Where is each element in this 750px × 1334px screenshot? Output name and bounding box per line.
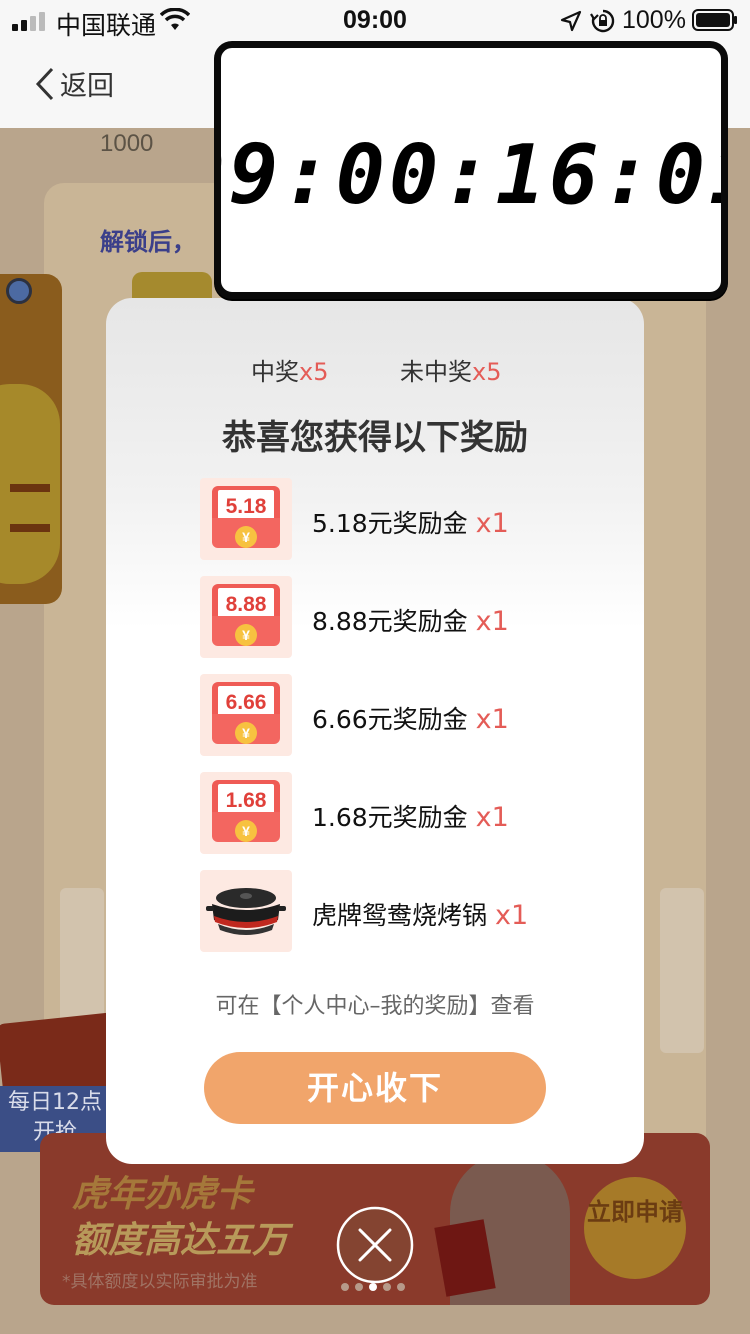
banner-note: *具体额度以实际审批为准 [62,1272,258,1292]
background-unlock-text: 解锁后， [100,228,196,256]
reward-name: 8.88元奖励金 [312,607,468,636]
rotation-lock-icon [590,9,615,33]
red-envelope-image: 6.66 ¥ [200,674,292,756]
background-number: 1000 [100,130,154,157]
reward-label: 虎牌鸳鸯烧烤锅 x1 [312,896,528,932]
reward-name: 虎牌鸳鸯烧烤锅 [312,901,488,930]
reward-name: 5.18元奖励金 [312,509,468,538]
pot-icon [206,888,286,935]
reward-label: 5.18元奖励金 x1 [312,504,509,540]
reward-item: 6.66 ¥ 6.66元奖励金 x1 [200,674,620,756]
reward-qty: x1 [475,606,509,637]
yuan-coin-icon: ¥ [235,526,257,548]
lose-label: 未中奖 [400,358,472,386]
red-envelope-image: 5.18 ¥ [200,478,292,560]
tiger-stripe [10,484,50,492]
reward-name: 6.66元奖励金 [312,705,468,734]
banner-line1: 虎年办虎卡 [72,1174,253,1215]
yuan-coin-icon: ¥ [235,722,257,744]
accept-button[interactable]: 开心收下 [204,1052,546,1124]
grill-pot-image [200,870,292,952]
status-bar: 中国联通 09:00 100% [0,0,750,40]
back-button[interactable]: 返回 [34,64,114,103]
banner-line2: 额度高达五万 [72,1220,289,1261]
win-label: 中奖 [251,358,299,386]
reward-qty: x1 [494,900,529,931]
close-icon[interactable] [336,1206,414,1284]
reward-item: 1.68 ¥ 1.68元奖励金 x1 [200,772,620,854]
modal-title: 恭喜您获得以下奖励 [222,418,528,458]
timer-digits: 09:00:16:01 [221,128,721,223]
location-icon [560,10,582,32]
reward-label: 8.88元奖励金 x1 [312,602,509,638]
reward-item: 虎牌鸳鸯烧烤锅 x1 [200,870,620,952]
timer-overlay: 09:00:16:01 [214,41,728,299]
daily-line1: 每日12点 [8,1090,102,1115]
back-label: 返回 [60,71,114,102]
background-card-item [660,888,704,1053]
reward-item: 8.88 ¥ 8.88元奖励金 x1 [200,576,620,658]
reward-qty: x1 [475,802,509,833]
win-count: 中奖x5 [251,352,328,387]
banner-apply-button: 立即申请 [584,1177,686,1279]
reward-label: 6.66元奖励金 x1 [312,700,509,736]
tiger-eye [6,278,32,304]
reward-qty: x1 [475,704,509,735]
red-envelope-image: 8.88 ¥ [200,576,292,658]
yuan-coin-icon: ¥ [235,624,257,646]
red-envelope-image: 1.68 ¥ [200,772,292,854]
reward-label: 1.68元奖励金 x1 [312,798,509,834]
yuan-coin-icon: ¥ [235,820,257,842]
background-tiger-image [0,274,62,604]
lose-count-value: x5 [472,358,502,386]
win-count-value: x5 [299,358,329,386]
reward-qty: x1 [475,508,509,539]
rewards-hint: 可在【个人中心–我的奖励】查看 [215,994,535,1019]
reward-item: 5.18 ¥ 5.18元奖励金 x1 [200,478,620,560]
reward-modal: 中奖x5 未中奖x5 恭喜您获得以下奖励 5.18 ¥ 5.18元奖励金 x1 … [106,298,644,1164]
battery-percent: 100% [622,6,686,34]
reward-name: 1.68元奖励金 [312,803,468,832]
lose-count: 未中奖x5 [400,352,501,387]
battery-icon [692,9,737,31]
tiger-stripe [10,524,50,532]
timer-display: 09:00:16:01 [221,128,721,223]
back-chevron-icon [35,67,54,100]
